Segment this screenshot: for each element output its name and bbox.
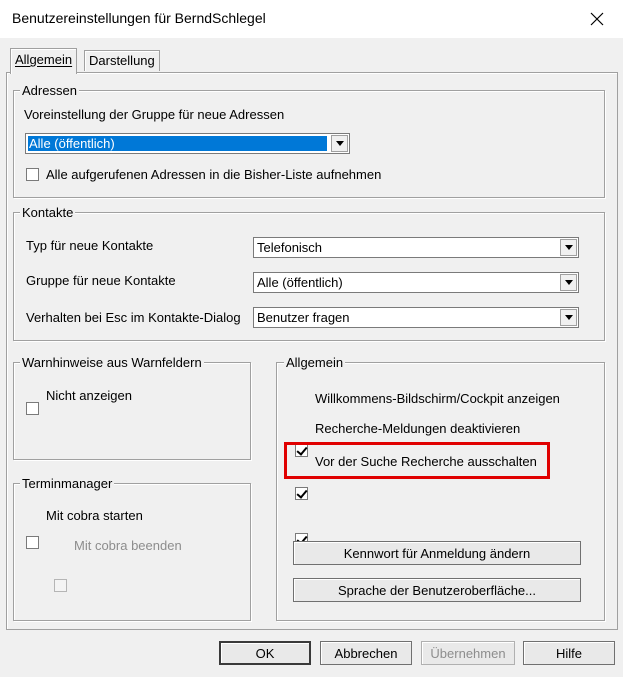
- nicht-anzeigen-checkbox[interactable]: [26, 402, 39, 415]
- allgemein-legend: Allgemein: [284, 355, 346, 370]
- typ-label: Typ für neue Kontakte: [26, 238, 154, 253]
- recherche-label: Recherche-Meldungen deaktivieren: [315, 421, 521, 436]
- cancel-button-label: Abbrechen: [334, 645, 398, 661]
- apply-button-label: Übernehmen: [430, 645, 506, 661]
- warnhinweise-group: [13, 362, 251, 460]
- warnhinweise-legend: Warnhinweise aus Warnfeldern: [20, 355, 204, 370]
- language-button[interactable]: Sprache der Benutzeroberfläche...: [293, 578, 581, 602]
- adressen-group-label: Voreinstellung der Gruppe für neue Adres…: [24, 107, 285, 122]
- chevron-down-icon[interactable]: [331, 135, 348, 152]
- adressen-legend: Adressen: [20, 83, 79, 98]
- typ-combo[interactable]: Telefonisch: [253, 237, 579, 258]
- gruppe-combo[interactable]: Alle (öffentlich): [253, 272, 579, 293]
- highlight-box: [284, 442, 550, 479]
- mit-cobra-beenden-checkbox[interactable]: [54, 579, 67, 592]
- cancel-button[interactable]: Abbrechen: [320, 641, 412, 665]
- chevron-down-icon[interactable]: [560, 309, 577, 326]
- typ-value: Telefonisch: [257, 240, 323, 255]
- password-button[interactable]: Kennwort für Anmeldung ändern: [293, 541, 581, 565]
- esc-combo[interactable]: Benutzer fragen: [253, 307, 579, 328]
- password-button-label: Kennwort für Anmeldung ändern: [343, 545, 531, 561]
- help-button-label: Hilfe: [555, 645, 582, 661]
- bisher-liste-label: Alle aufgerufenen Adressen in die Bisher…: [46, 167, 382, 182]
- help-button[interactable]: Hilfe: [523, 641, 615, 665]
- esc-value: Benutzer fragen: [257, 310, 350, 325]
- esc-label: Verhalten bei Esc im Kontakte-Dialog: [26, 310, 241, 325]
- gruppe-label: Gruppe für neue Kontakte: [26, 273, 176, 288]
- willkommen-label: Willkommens-Bildschirm/Cockpit anzeigen: [315, 391, 560, 406]
- language-button-label: Sprache der Benutzeroberfläche...: [337, 582, 536, 598]
- chevron-down-icon[interactable]: [560, 239, 577, 256]
- nicht-anzeigen-label: Nicht anzeigen: [46, 388, 132, 403]
- chevron-down-icon[interactable]: [560, 274, 577, 291]
- content-layer: Adressen Voreinstellung der Gruppe für n…: [0, 0, 623, 677]
- adressen-group-value: Alle (öffentlich): [28, 136, 327, 151]
- kontakte-legend: Kontakte: [20, 205, 76, 220]
- mit-cobra-starten-checkbox[interactable]: [26, 536, 39, 549]
- ok-button-label: OK: [255, 645, 275, 661]
- mit-cobra-starten-label: Mit cobra starten: [46, 508, 143, 523]
- ok-button[interactable]: OK: [219, 641, 311, 665]
- adressen-group-combo[interactable]: Alle (öffentlich): [25, 133, 350, 154]
- terminmanager-legend: Terminmanager: [20, 476, 115, 491]
- recherche-checkbox[interactable]: [295, 487, 308, 500]
- mit-cobra-beenden-label: Mit cobra beenden: [74, 538, 182, 553]
- gruppe-value: Alle (öffentlich): [257, 275, 343, 290]
- apply-button[interactable]: Übernehmen: [421, 641, 515, 665]
- bisher-liste-checkbox[interactable]: [26, 168, 39, 181]
